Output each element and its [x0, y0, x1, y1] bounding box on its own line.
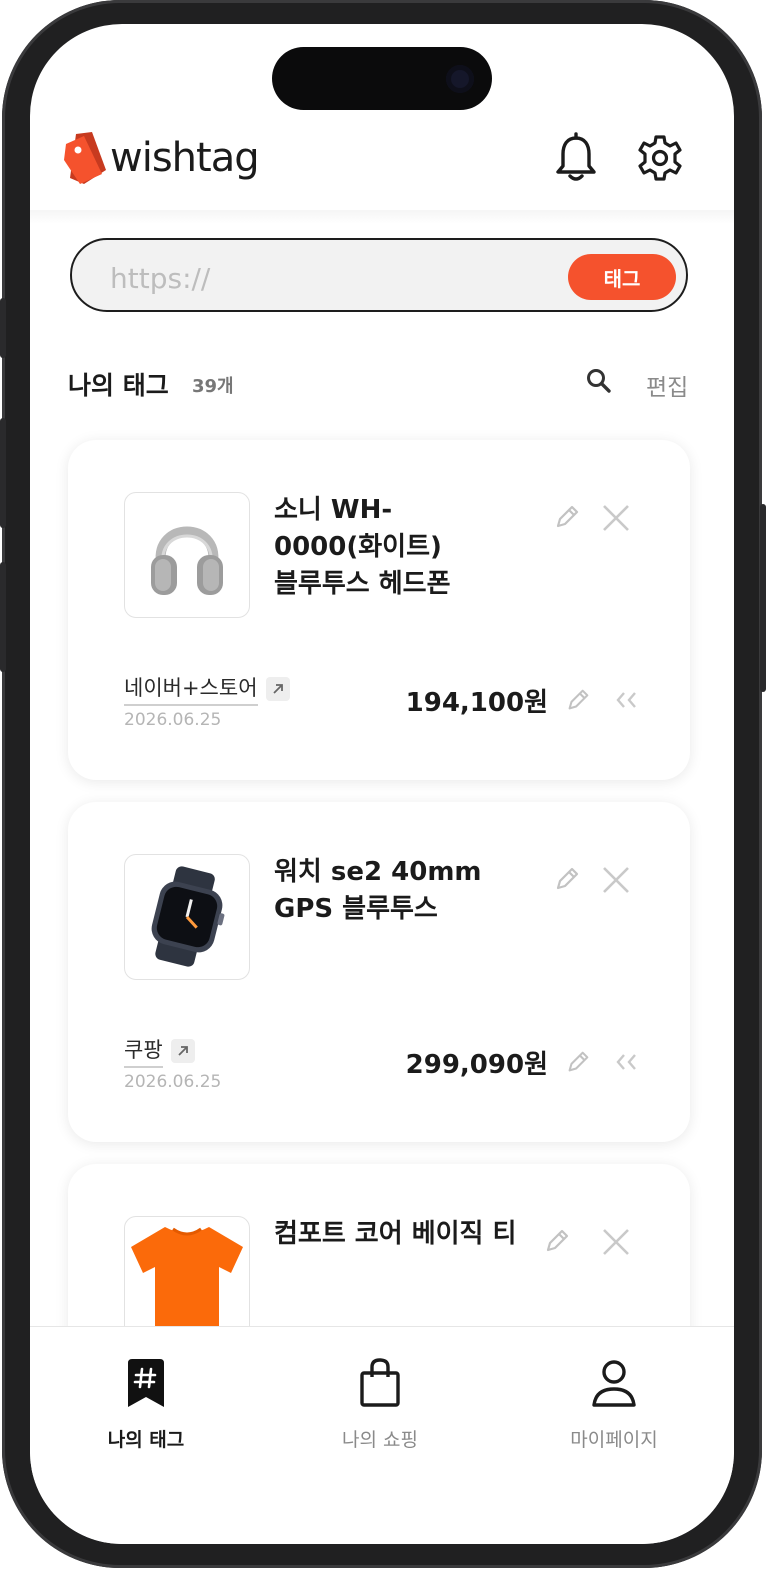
nav-label: 나의 쇼핑: [342, 1429, 418, 1451]
screen: wishtag 태그 나의 태그 39개 편집: [30, 24, 734, 1544]
store-name: 네이버+스토어: [124, 672, 258, 706]
product-image: [124, 854, 250, 980]
person-icon: [592, 1360, 636, 1407]
chevron-left-double-icon[interactable]: [614, 688, 640, 712]
product-image: [124, 492, 250, 618]
nav-my-page[interactable]: 마이페이지: [534, 1357, 694, 1452]
edit-name-pencil-icon[interactable]: [542, 1226, 572, 1256]
tshirt-icon: [131, 1227, 243, 1341]
external-link-icon[interactable]: [170, 1039, 195, 1063]
url-input[interactable]: [108, 260, 512, 296]
saved-date: 2026.06.25: [124, 710, 222, 730]
smartwatch-icon: [151, 866, 225, 967]
bell-icon[interactable]: [552, 132, 600, 184]
close-icon[interactable]: [600, 864, 632, 896]
nav-my-tags[interactable]: 나의 태그: [66, 1357, 226, 1452]
store-link[interactable]: 네이버+스토어: [124, 672, 290, 706]
shopping-bag-icon: [360, 1358, 400, 1407]
edit-name-pencil-icon[interactable]: [552, 864, 582, 894]
hashtag-bookmark-icon: [128, 1359, 164, 1407]
tag-button[interactable]: 태그: [568, 254, 676, 300]
nav-label: 마이페이지: [570, 1429, 658, 1451]
phone-volume-down-button: [0, 562, 6, 672]
app-header: wishtag: [30, 110, 734, 210]
product-name: 컴포트 코어 베이직 티: [274, 1219, 517, 1249]
saved-date: 2026.06.25: [124, 1072, 222, 1092]
external-link-icon[interactable]: [265, 677, 290, 701]
chevron-left-double-icon[interactable]: [614, 1050, 640, 1074]
dynamic-island: [272, 47, 492, 110]
app-logo[interactable]: wishtag: [62, 130, 260, 186]
product-name: 소니 WH-0000(화이트) 블루투스 헤드폰: [274, 495, 451, 599]
logo-text: wishtag: [110, 135, 260, 181]
bottom-navigation: 나의 태그 나의 쇼핑 마이페이지: [30, 1326, 734, 1544]
edit-button[interactable]: 편집: [646, 368, 688, 402]
product-name: 워치 se2 40mm GPS 블루투스: [274, 857, 482, 924]
tag-count: 39개: [192, 376, 234, 397]
url-bar: 태그: [70, 238, 688, 312]
tag-card[interactable]: 소니 WH-0000(화이트) 블루투스 헤드폰 네이버+스토어 2026.06…: [68, 440, 690, 780]
edit-price-pencil-icon[interactable]: [564, 1048, 592, 1076]
store-name: 쿠팡: [124, 1034, 163, 1068]
nav-label: 나의 태그: [107, 1429, 185, 1451]
edit-name-pencil-icon[interactable]: [552, 502, 582, 532]
close-icon[interactable]: [600, 1226, 632, 1258]
product-image: [124, 1216, 250, 1342]
headphones-icon: [151, 526, 223, 595]
phone-volume-up-button: [0, 418, 6, 528]
store-link[interactable]: 쿠팡: [124, 1034, 195, 1068]
section-title: 나의 태그: [68, 371, 169, 400]
tag-logo-icon: [64, 132, 106, 184]
camera-lens: [446, 65, 474, 93]
tag-card[interactable]: 워치 se2 40mm GPS 블루투스 쿠팡 2026.06.25 299,0…: [68, 802, 690, 1142]
phone-action-button: [0, 298, 6, 358]
search-icon[interactable]: [584, 366, 614, 396]
header-divider: [30, 210, 734, 224]
close-icon[interactable]: [600, 502, 632, 534]
edit-price-pencil-icon[interactable]: [564, 686, 592, 714]
price: 299,090원: [405, 1050, 548, 1080]
gear-icon[interactable]: [636, 132, 684, 184]
nav-my-shopping[interactable]: 나의 쇼핑: [300, 1357, 460, 1452]
phone-power-button: [760, 504, 766, 692]
price: 194,100원: [405, 688, 548, 718]
